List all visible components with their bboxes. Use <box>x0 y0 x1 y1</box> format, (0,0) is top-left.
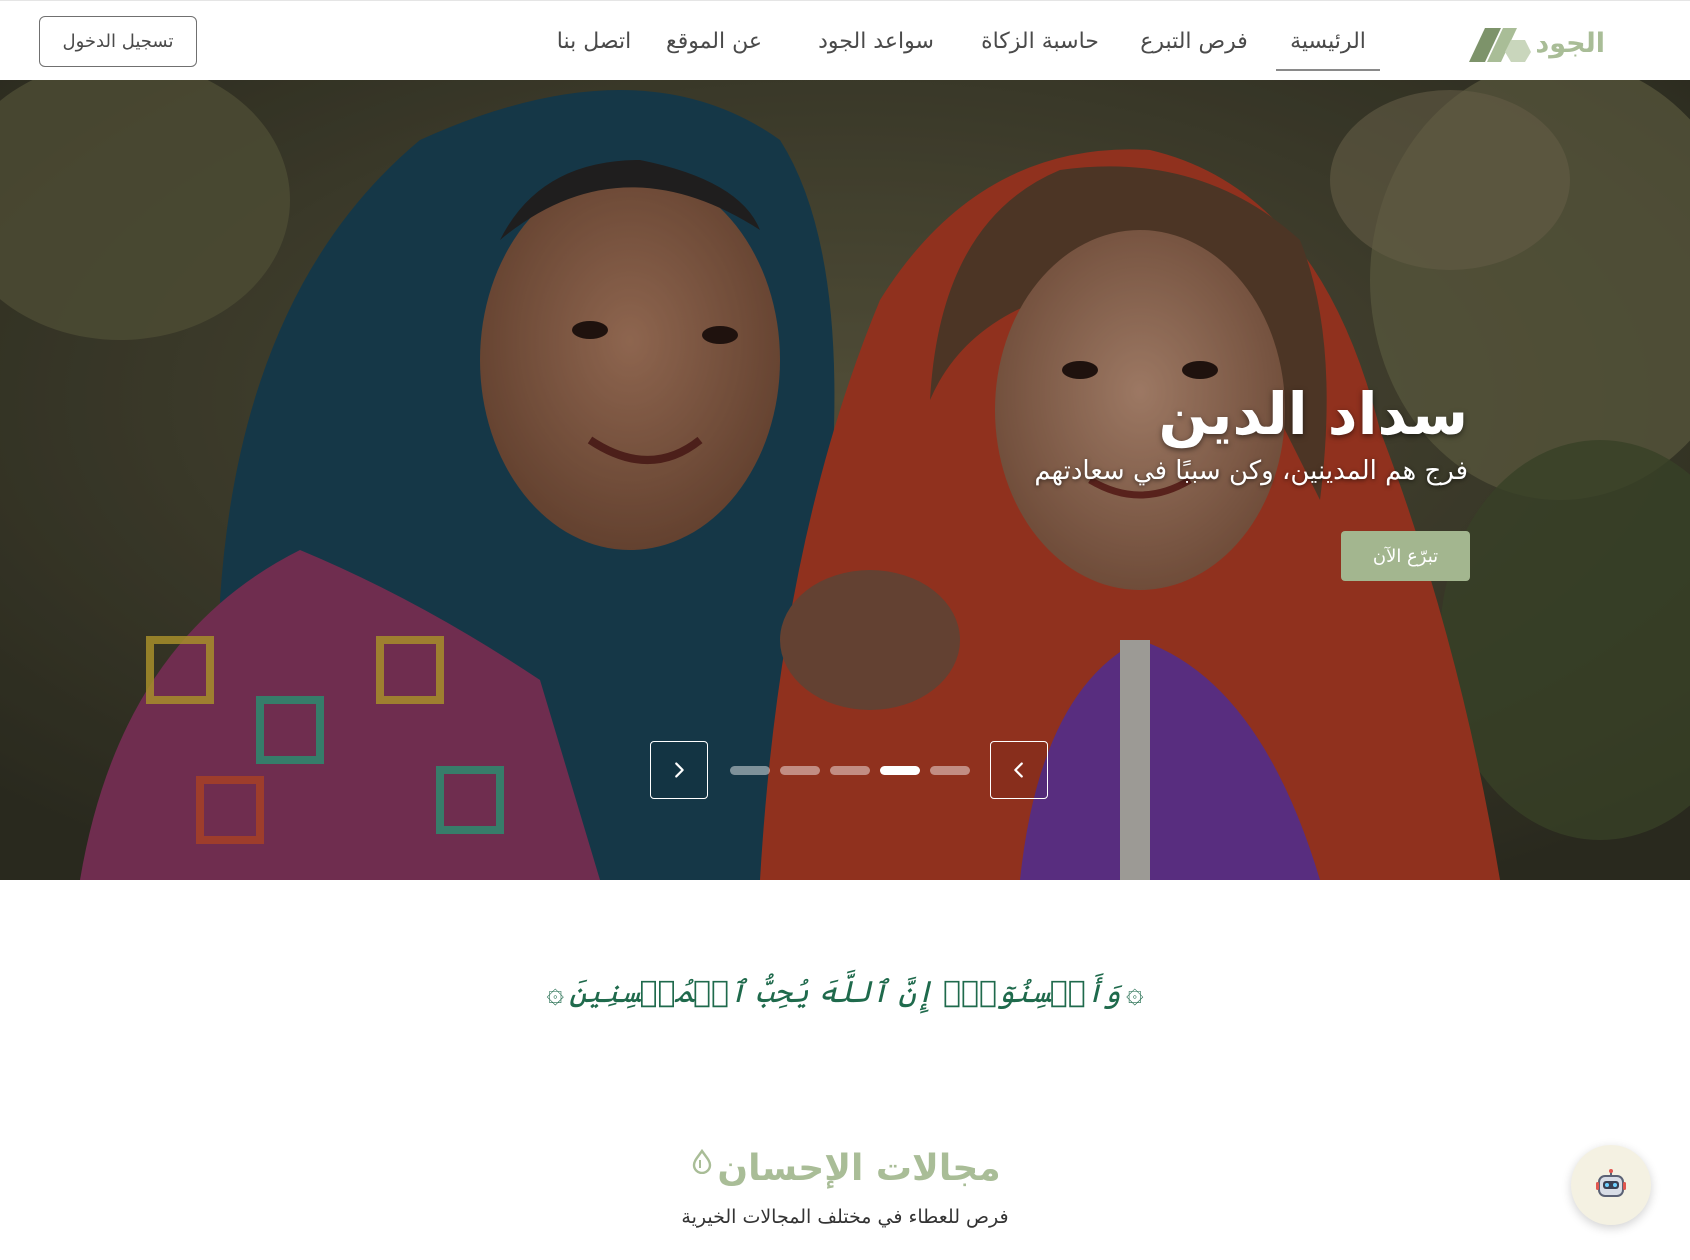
chevron-left-icon <box>1014 762 1023 778</box>
carousel-next-button[interactable] <box>650 741 708 799</box>
chatbot-button[interactable] <box>1571 1145 1651 1225</box>
quran-verse: وَأَحۡسِنُوٓاْۚ إِنَّ ٱللَّهَ يُحِبُّ ٱل… <box>569 975 1121 1010</box>
verse-block: ۞ وَأَحۡسِنُوٓاْۚ إِنَّ ٱللَّهَ يُحِبُّ … <box>0 975 1690 1010</box>
carousel-dot[interactable] <box>830 766 870 775</box>
site-header: الجود الرئيسية فرص التبرع حاسبة الزكاة س… <box>0 0 1690 80</box>
verse-ornament-icon: ۞ <box>546 975 565 1010</box>
nav-item-volunteers[interactable]: سواعد الجود <box>818 1 934 81</box>
carousel-prev-button[interactable] <box>990 741 1048 799</box>
main-nav: الرئيسية فرص التبرع حاسبة الزكاة سواعد ا… <box>554 1 1380 81</box>
robot-icon <box>1596 1169 1626 1197</box>
section-subtitle: فرص للعطاء في مختلف المجالات الخيرية <box>681 1206 1009 1228</box>
nav-item-zakat-calculator[interactable]: حاسبة الزكاة <box>981 1 1099 81</box>
carousel-dot-active[interactable] <box>880 766 920 775</box>
nav-item-home[interactable]: الرئيسية <box>1276 1 1380 81</box>
carousel-dot[interactable] <box>930 766 970 775</box>
carousel-indicators <box>730 766 970 775</box>
leaf-logo-icon <box>1469 28 1532 62</box>
nav-item-about[interactable]: عن الموقع <box>664 1 764 81</box>
hero-carousel: سداد الدين فرج هم المدينين، وكن سببًا في… <box>0 80 1690 880</box>
login-button[interactable]: تسجيل الدخول <box>39 16 197 67</box>
section-title-text: مجالات الإحسان <box>717 1148 1001 1189</box>
nav-item-contact[interactable]: اتصل بنا <box>554 1 634 81</box>
carousel-dot[interactable] <box>780 766 820 775</box>
brand-name: الجود <box>1535 27 1605 59</box>
slide-subtitle: فرج هم المدينين، وكن سببًا في سعادتهم <box>1034 456 1468 486</box>
drop-icon <box>693 1148 712 1174</box>
verse-ornament-icon: ۞ <box>1125 975 1144 1010</box>
brand-logo[interactable]: الجود <box>1467 21 1605 65</box>
nav-item-donation-opportunities[interactable]: فرص التبرع <box>1140 1 1248 81</box>
slide-title: سداد الدين <box>1158 380 1468 448</box>
chevron-right-icon <box>675 762 684 778</box>
donate-now-button[interactable]: تبرّع الآن <box>1341 531 1470 581</box>
section-title: مجالات الإحسان <box>0 1148 1690 1189</box>
carousel-dot[interactable] <box>730 766 770 775</box>
